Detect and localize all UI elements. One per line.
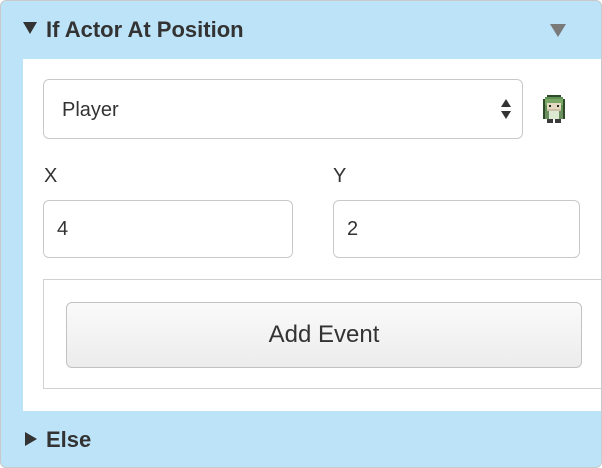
y-input[interactable] — [333, 200, 580, 258]
block-menu-caret-icon[interactable] — [550, 24, 566, 37]
else-row[interactable]: Else — [1, 411, 601, 467]
select-arrows-icon — [500, 98, 512, 122]
if-actor-at-position-block: If Actor At Position Player X 4 Y 2 Add … — [0, 0, 602, 468]
y-label: Y — [333, 165, 347, 187]
collapse-caret-icon[interactable] — [23, 22, 37, 34]
actor-select[interactable]: Player — [43, 79, 523, 139]
actor-sprite-icon — [543, 95, 565, 123]
expand-caret-icon[interactable] — [25, 432, 37, 446]
else-label: Else — [46, 427, 92, 452]
block-body: Player X Y — [23, 59, 601, 411]
block-title: If Actor At Position — [46, 17, 244, 42]
block-header[interactable]: If Actor At Position — [1, 1, 601, 59]
x-input[interactable] — [43, 200, 293, 258]
x-label: X — [44, 165, 58, 187]
events-area: Add Event — [43, 279, 601, 389]
actor-select-value: Player — [62, 99, 119, 121]
add-event-button[interactable]: Add Event — [66, 302, 582, 368]
